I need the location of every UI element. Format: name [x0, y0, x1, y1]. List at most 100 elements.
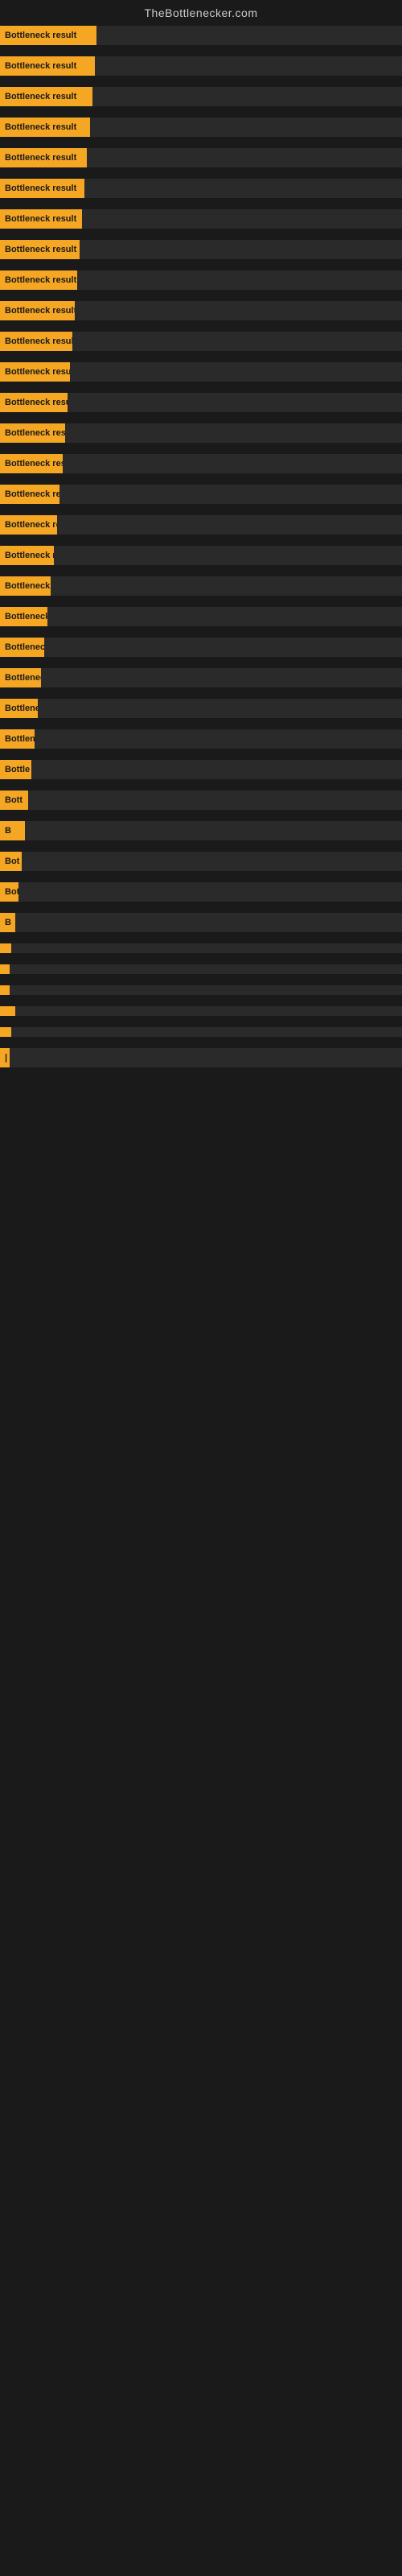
list-item: Bottlen: [0, 882, 402, 902]
site-title: TheBottlenecker.com: [0, 0, 402, 23]
bar-track: [41, 668, 402, 687]
bottleneck-label: [0, 1006, 15, 1016]
bottleneck-label: Bottleneck re: [0, 607, 47, 626]
bar-track: [75, 301, 402, 320]
bottleneck-label: Bottleneck resu: [0, 668, 41, 687]
bar-track: [10, 964, 402, 974]
bottleneck-label: Bottlenec: [0, 699, 38, 718]
list-item: [0, 985, 402, 995]
bottleneck-label: [0, 943, 11, 953]
list-item: Bot: [0, 852, 402, 871]
list-item: Bottleneck result: [0, 270, 402, 290]
bottleneck-label: Bottleneck re: [0, 729, 35, 749]
list-item: Bottleneck resu: [0, 485, 402, 504]
bar-track: [11, 943, 402, 953]
list-item: Bottleneck result: [0, 118, 402, 137]
bar-track: [54, 546, 402, 565]
list-item: Bottle: [0, 760, 402, 779]
list-item: Bottleneck result: [0, 240, 402, 259]
list-item: B: [0, 821, 402, 840]
bar-track: [87, 148, 402, 167]
bar-track: [10, 985, 402, 995]
list-item: Bottleneck result: [0, 26, 402, 45]
list-item: Bottleneck result: [0, 148, 402, 167]
bars-container: Bottleneck result Bottleneck result Bottle…: [0, 23, 402, 1067]
bar-track: [96, 26, 402, 45]
bottleneck-label: Bottleneck re: [0, 546, 54, 565]
bottleneck-label: B: [0, 821, 25, 840]
bar-track: [31, 760, 402, 779]
bottleneck-label: Bottlen: [0, 882, 18, 902]
bar-track: [63, 454, 402, 473]
bar-track: [90, 118, 402, 137]
list-item: [0, 1027, 402, 1037]
bar-track: [68, 393, 402, 412]
bar-track: [72, 332, 402, 351]
bottleneck-label: Bottleneck result: [0, 454, 63, 473]
bottleneck-label: [0, 1027, 11, 1037]
list-item: Bott: [0, 791, 402, 810]
bar-track: [18, 882, 402, 902]
bar-track: [25, 821, 402, 840]
bottleneck-label: Bottleneck result: [0, 240, 80, 259]
list-item: Bottleneck re: [0, 546, 402, 565]
bar-track: [44, 638, 402, 657]
bottleneck-label: Bottleneck result: [0, 393, 68, 412]
bottleneck-label: Bottleneck result: [0, 179, 84, 198]
bar-track: [15, 1006, 402, 1016]
bottleneck-label: Bottleneck r: [0, 638, 44, 657]
list-item: Bottleneck result: [0, 332, 402, 351]
bar-track: [57, 515, 402, 535]
bar-track: [11, 1027, 402, 1037]
bar-track: [77, 270, 402, 290]
bottleneck-label: Bottleneck result: [0, 209, 82, 229]
bar-track: [35, 729, 402, 749]
bar-track: [10, 1048, 402, 1067]
list-item: Bottleneck result: [0, 393, 402, 412]
bar-track: [92, 87, 402, 106]
bottleneck-label: Bottleneck: [0, 576, 51, 596]
bottleneck-label: Bottleneck result: [0, 148, 87, 167]
bar-track: [65, 423, 402, 443]
bottleneck-label: Bottleneck result: [0, 56, 95, 76]
bottleneck-label: Bottle: [0, 760, 31, 779]
list-item: [0, 964, 402, 974]
list-item: Bottleneck result: [0, 56, 402, 76]
list-item: Bottleneck: [0, 576, 402, 596]
list-item: Bottleneck result: [0, 515, 402, 535]
list-item: Bottleneck result: [0, 179, 402, 198]
list-item: |: [0, 1048, 402, 1067]
list-item: B: [0, 913, 402, 932]
list-item: [0, 1006, 402, 1016]
bar-track: [38, 699, 402, 718]
bottleneck-label: Bottleneck result: [0, 515, 57, 535]
list-item: Bottleneck result: [0, 301, 402, 320]
bar-track: [80, 240, 402, 259]
bottleneck-label: Bottleneck result: [0, 332, 72, 351]
bottleneck-label: Bottleneck result: [0, 87, 92, 106]
bar-track: [47, 607, 402, 626]
bottleneck-label: Bottleneck result: [0, 26, 96, 45]
bar-track: [84, 179, 402, 198]
list-item: Bottleneck r: [0, 638, 402, 657]
bottleneck-label: Bottleneck result: [0, 301, 75, 320]
bottleneck-label: Bottleneck result: [0, 423, 65, 443]
bar-track: [28, 791, 402, 810]
bottleneck-label: Bottleneck result: [0, 270, 77, 290]
bottleneck-label: [0, 985, 10, 995]
list-item: [0, 943, 402, 953]
list-item: Bottlenec: [0, 699, 402, 718]
list-item: Bottleneck result: [0, 209, 402, 229]
list-item: Bottleneck result: [0, 423, 402, 443]
bar-track: [22, 852, 402, 871]
bottleneck-label: [0, 964, 10, 974]
list-item: Bottleneck re: [0, 607, 402, 626]
bottleneck-label: Bottleneck result: [0, 118, 90, 137]
bar-track: [70, 362, 402, 382]
list-item: Bottleneck result: [0, 454, 402, 473]
bar-track: [59, 485, 402, 504]
bottleneck-label: B: [0, 913, 15, 932]
bar-track: [95, 56, 402, 76]
bar-track: [82, 209, 402, 229]
list-item: Bottleneck result: [0, 362, 402, 382]
